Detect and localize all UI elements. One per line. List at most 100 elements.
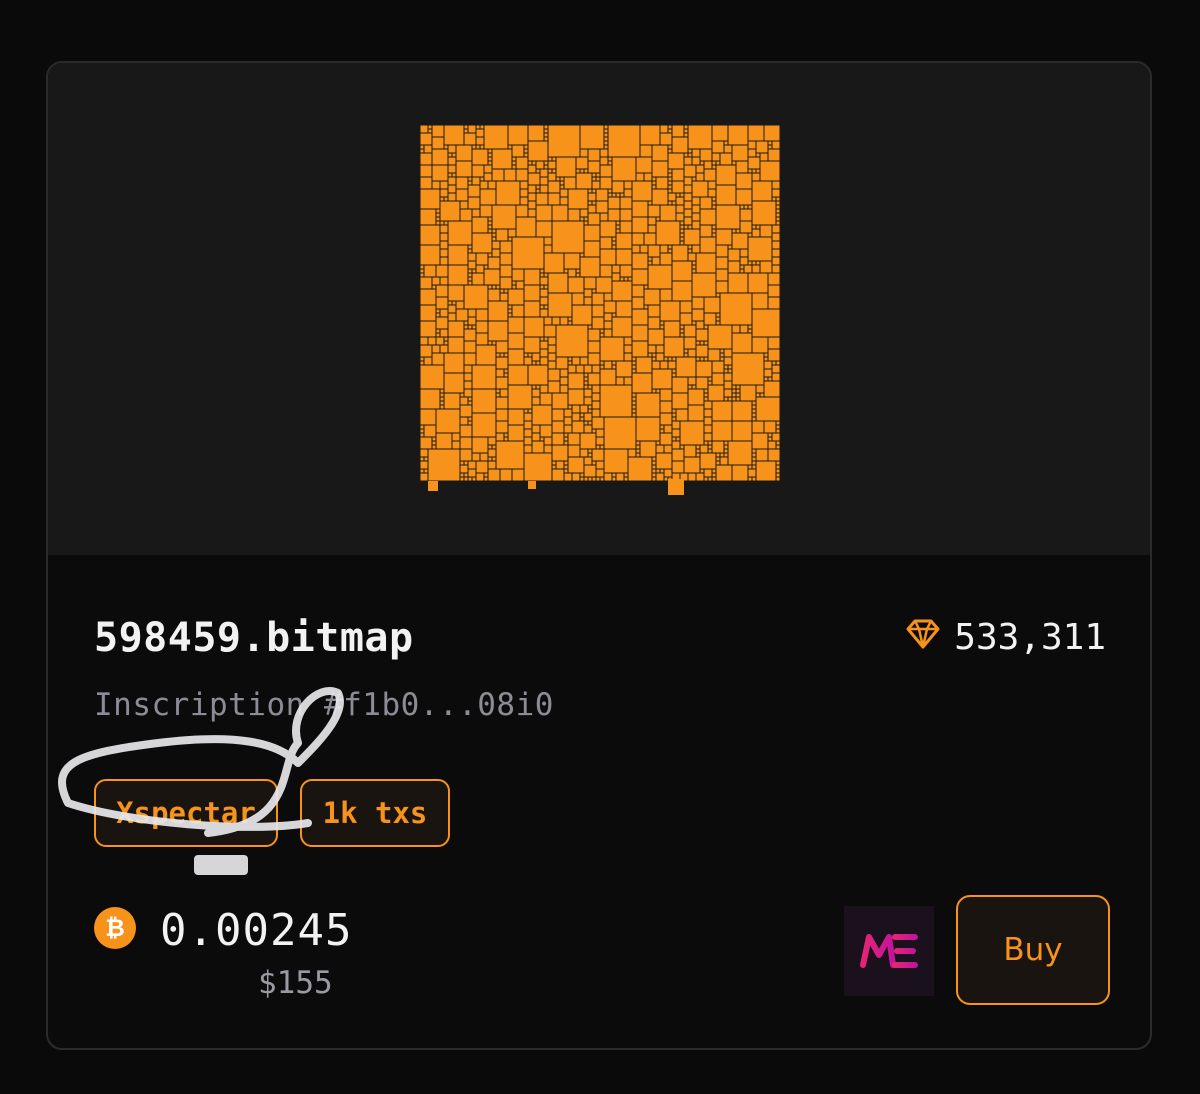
bitmap-block — [604, 145, 608, 149]
tag-1k-txs[interactable]: 1k txs — [300, 779, 450, 847]
bitmap-block — [488, 469, 500, 481]
bitmap-block — [468, 197, 480, 209]
bitmap-block — [540, 273, 544, 277]
bitmap-block — [496, 441, 524, 469]
bitmap-block — [684, 129, 688, 133]
bitmap-block — [440, 225, 448, 233]
bitmap-block — [464, 285, 488, 309]
bitmap-block — [604, 313, 612, 321]
bitmap-block — [672, 169, 684, 181]
bitmap-block — [696, 473, 704, 481]
bitmap-block — [688, 349, 696, 357]
buy-button[interactable]: Buy — [956, 895, 1110, 1005]
bitmap-block — [420, 225, 440, 245]
bitmap-block — [752, 169, 756, 173]
bitmap-block — [600, 237, 612, 249]
diamond-icon — [906, 617, 940, 658]
bitmap-block — [460, 473, 464, 477]
bitmap-block — [496, 393, 500, 397]
bitmap-block — [716, 281, 728, 293]
bitmap-block — [772, 181, 780, 189]
bitmap-block — [508, 349, 524, 365]
bitmap-block — [660, 301, 680, 321]
bitmap-block — [616, 221, 620, 225]
bitmap-block — [616, 193, 620, 197]
bitmap-block — [708, 349, 720, 361]
bitmap-block — [540, 269, 544, 273]
bitmap-block — [588, 341, 600, 353]
bitmap-block — [584, 169, 588, 173]
bitmap-block — [636, 393, 660, 417]
bitmap-block — [704, 389, 708, 393]
tag-xspectar[interactable]: Xspectar — [94, 779, 278, 847]
bitmap-block — [752, 181, 772, 201]
bitmap-block — [592, 477, 596, 481]
bitmap-block — [460, 201, 468, 209]
bitmap-block — [420, 305, 436, 321]
bitmap-block — [564, 417, 572, 425]
bitmap-block — [648, 345, 656, 353]
bitmap-block — [468, 253, 476, 261]
bitmap-block — [560, 385, 568, 393]
bitmap-block — [476, 145, 480, 149]
bitmap-block — [628, 457, 652, 481]
bitmap-block — [464, 133, 476, 145]
bitmap-block — [688, 153, 692, 157]
bitmap-block — [428, 449, 460, 481]
bitmap-block — [560, 189, 568, 197]
bitmap-block — [732, 233, 748, 249]
bitmap-block — [596, 437, 604, 445]
bitmap-block — [680, 333, 684, 337]
bitmap-block — [548, 293, 572, 317]
bitmap-block — [772, 225, 780, 233]
bitmap-block — [584, 297, 592, 305]
bitmap-block — [432, 165, 448, 181]
bitmap-block — [448, 221, 472, 245]
bitmap-block — [768, 145, 772, 149]
bitmap-block — [472, 437, 488, 453]
bitmap-block — [684, 157, 692, 165]
inscription-id[interactable]: Inscription #f1b0...08i0 — [94, 687, 554, 723]
bitmap-block — [624, 353, 632, 361]
bitmap-block — [596, 177, 600, 181]
bitmap-block — [684, 153, 688, 157]
bitmap-block — [724, 389, 732, 397]
inscription-card[interactable]: 598459.bitmap 533,311 Inscription #f1b0.… — [46, 61, 1152, 1050]
bitmap-block — [688, 377, 696, 385]
bitmap-block — [656, 473, 664, 481]
bitmap-block — [648, 317, 660, 329]
bitmap-block — [608, 193, 612, 197]
bitmap-block — [704, 297, 720, 313]
bitmap-block — [660, 429, 664, 433]
bitmap-block — [732, 389, 736, 393]
bitmap-block — [512, 269, 524, 281]
magic-eden-logo[interactable] — [844, 906, 934, 996]
bitmap-block — [432, 181, 440, 189]
bitmap-block — [616, 229, 620, 233]
bitmap-block — [576, 157, 588, 169]
bitmap-block — [536, 161, 544, 169]
bitmap-block — [716, 245, 728, 257]
bitmap-block — [736, 397, 740, 401]
bitmap-block — [536, 385, 540, 389]
bitmap-block — [528, 125, 544, 141]
bitmap-block — [752, 173, 760, 181]
bitmap-block — [468, 461, 476, 469]
bitmap-block — [508, 237, 512, 241]
bitmap-block — [752, 461, 756, 465]
bitmap-block — [616, 233, 632, 249]
bitmap-block — [496, 397, 508, 409]
bitmap-block — [648, 261, 652, 265]
bitmap-block — [444, 125, 464, 145]
bitmap-block — [468, 309, 476, 317]
bitmap-block — [528, 365, 548, 385]
bitmap-block — [540, 357, 548, 365]
bitmap-block — [468, 125, 476, 133]
bitmap-block — [448, 313, 456, 321]
bitmap-block — [508, 365, 528, 385]
bitmap-block — [552, 393, 568, 409]
bitmap-block — [616, 473, 624, 481]
bitmap-block — [732, 325, 740, 333]
bitmap-block — [656, 469, 660, 473]
bitmap-block — [600, 157, 608, 165]
